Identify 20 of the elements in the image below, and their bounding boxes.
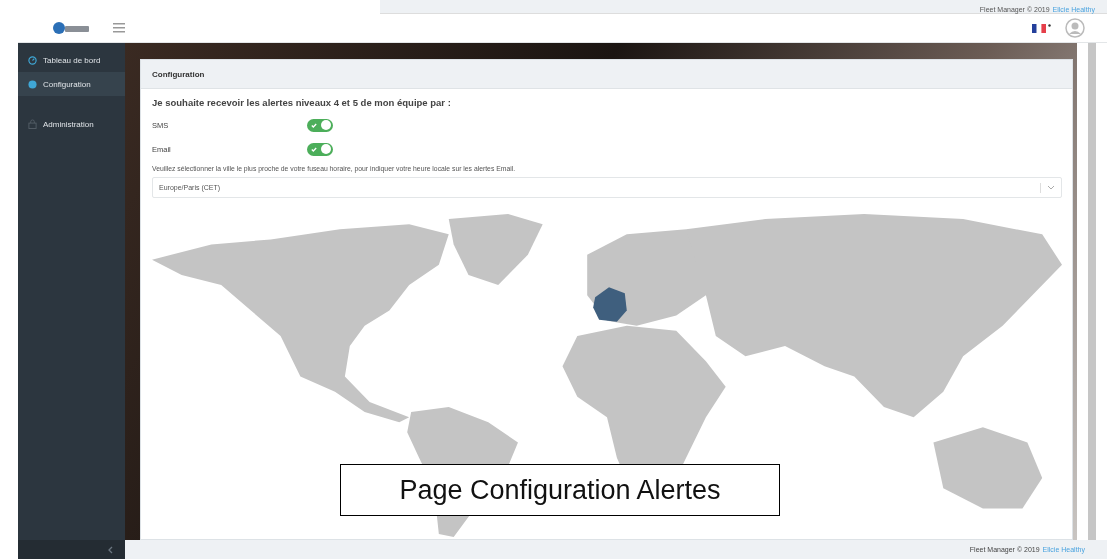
french-flag-icon[interactable] <box>1032 23 1046 33</box>
caption-box: Page Configuration Alertes <box>340 464 780 516</box>
toggle-switch[interactable] <box>307 142 333 156</box>
sidebar-item[interactable]: Tableau de bord <box>18 48 125 72</box>
checkmark-icon <box>311 122 317 128</box>
sidebar-item[interactable]: Administration <box>18 112 125 136</box>
card-header: Configuration <box>141 60 1072 89</box>
user-avatar-icon[interactable] <box>1065 18 1085 38</box>
gauge-icon <box>28 55 37 65</box>
sidebar-item[interactable]: Configuration <box>18 72 125 96</box>
chevron-left-icon <box>108 545 113 554</box>
highlighted-country-shape <box>593 287 627 322</box>
alerts-heading: Je souhaite recevoir les alertes niveaux 4 et 5 de mon équipe par : <box>152 97 452 108</box>
checkmark-icon <box>311 146 317 152</box>
dropdown-dot-icon[interactable] <box>1048 23 1051 27</box>
toggle-switch[interactable] <box>307 118 333 132</box>
logo-icon <box>52 21 91 35</box>
chevron-down-icon <box>1047 185 1055 190</box>
menu-icon[interactable] <box>113 23 125 33</box>
lock-icon <box>28 119 37 129</box>
